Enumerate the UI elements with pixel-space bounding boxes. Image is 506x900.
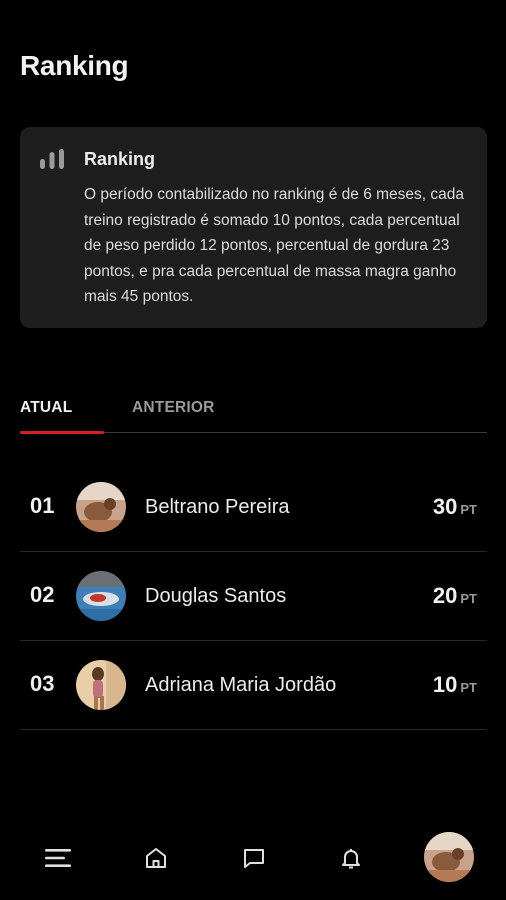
info-card-title: Ranking — [84, 149, 156, 169]
ranking-row[interactable]: 03 Adriana Maria Jordão 10 PT — [20, 641, 487, 730]
participant-points: 20 PT — [433, 583, 477, 609]
ranking-list: 01 Beltrano Pereira 30 PT 02 Douglas San… — [20, 463, 487, 730]
points-unit: PT — [460, 680, 477, 695]
home-icon — [144, 846, 168, 875]
avatar — [76, 660, 126, 710]
rank-position: 01 — [30, 493, 55, 518]
points-unit: PT — [460, 502, 477, 517]
participant-points: 30 PT — [433, 494, 477, 520]
ranking-tabs: ATUAL ANTERIOR — [20, 388, 487, 434]
participant-name: Beltrano Pereira — [145, 496, 290, 518]
avatar — [76, 571, 126, 621]
points-value: 10 — [432, 672, 458, 697]
avatar — [76, 482, 126, 532]
participant-name: Douglas Santos — [145, 585, 287, 607]
profile-avatar[interactable] — [424, 832, 474, 882]
ranking-row[interactable]: 02 Douglas Santos 20 PT — [20, 552, 487, 641]
page-title: Ranking — [20, 50, 129, 81]
points-value: 20 — [432, 583, 458, 608]
home-button[interactable] — [138, 842, 174, 878]
participant-name: Adriana Maria Jordão — [145, 674, 337, 696]
participant-points: 10 PT — [433, 672, 477, 698]
ranking-row[interactable]: 01 Beltrano Pereira 30 PT — [20, 463, 487, 552]
info-card: Ranking O período contabilizado no ranki… — [20, 127, 487, 328]
notifications-button[interactable] — [333, 842, 369, 878]
bell-icon — [339, 846, 363, 875]
tab-anterior[interactable]: ANTERIOR — [132, 399, 215, 417]
tab-atual[interactable]: ATUAL — [20, 399, 72, 417]
info-card-text: O período contabilizado no ranking é de … — [84, 186, 464, 306]
points-value: 30 — [432, 494, 458, 519]
bottom-navigation — [0, 820, 506, 900]
chat-button[interactable] — [236, 842, 272, 878]
active-tab-indicator — [20, 431, 104, 434]
bar-chart-icon — [39, 148, 65, 170]
menu-icon — [44, 847, 72, 874]
rank-position: 03 — [30, 671, 55, 696]
rank-position: 02 — [30, 582, 55, 607]
chat-icon — [242, 846, 266, 875]
points-unit: PT — [460, 591, 477, 606]
menu-button[interactable] — [40, 842, 76, 878]
